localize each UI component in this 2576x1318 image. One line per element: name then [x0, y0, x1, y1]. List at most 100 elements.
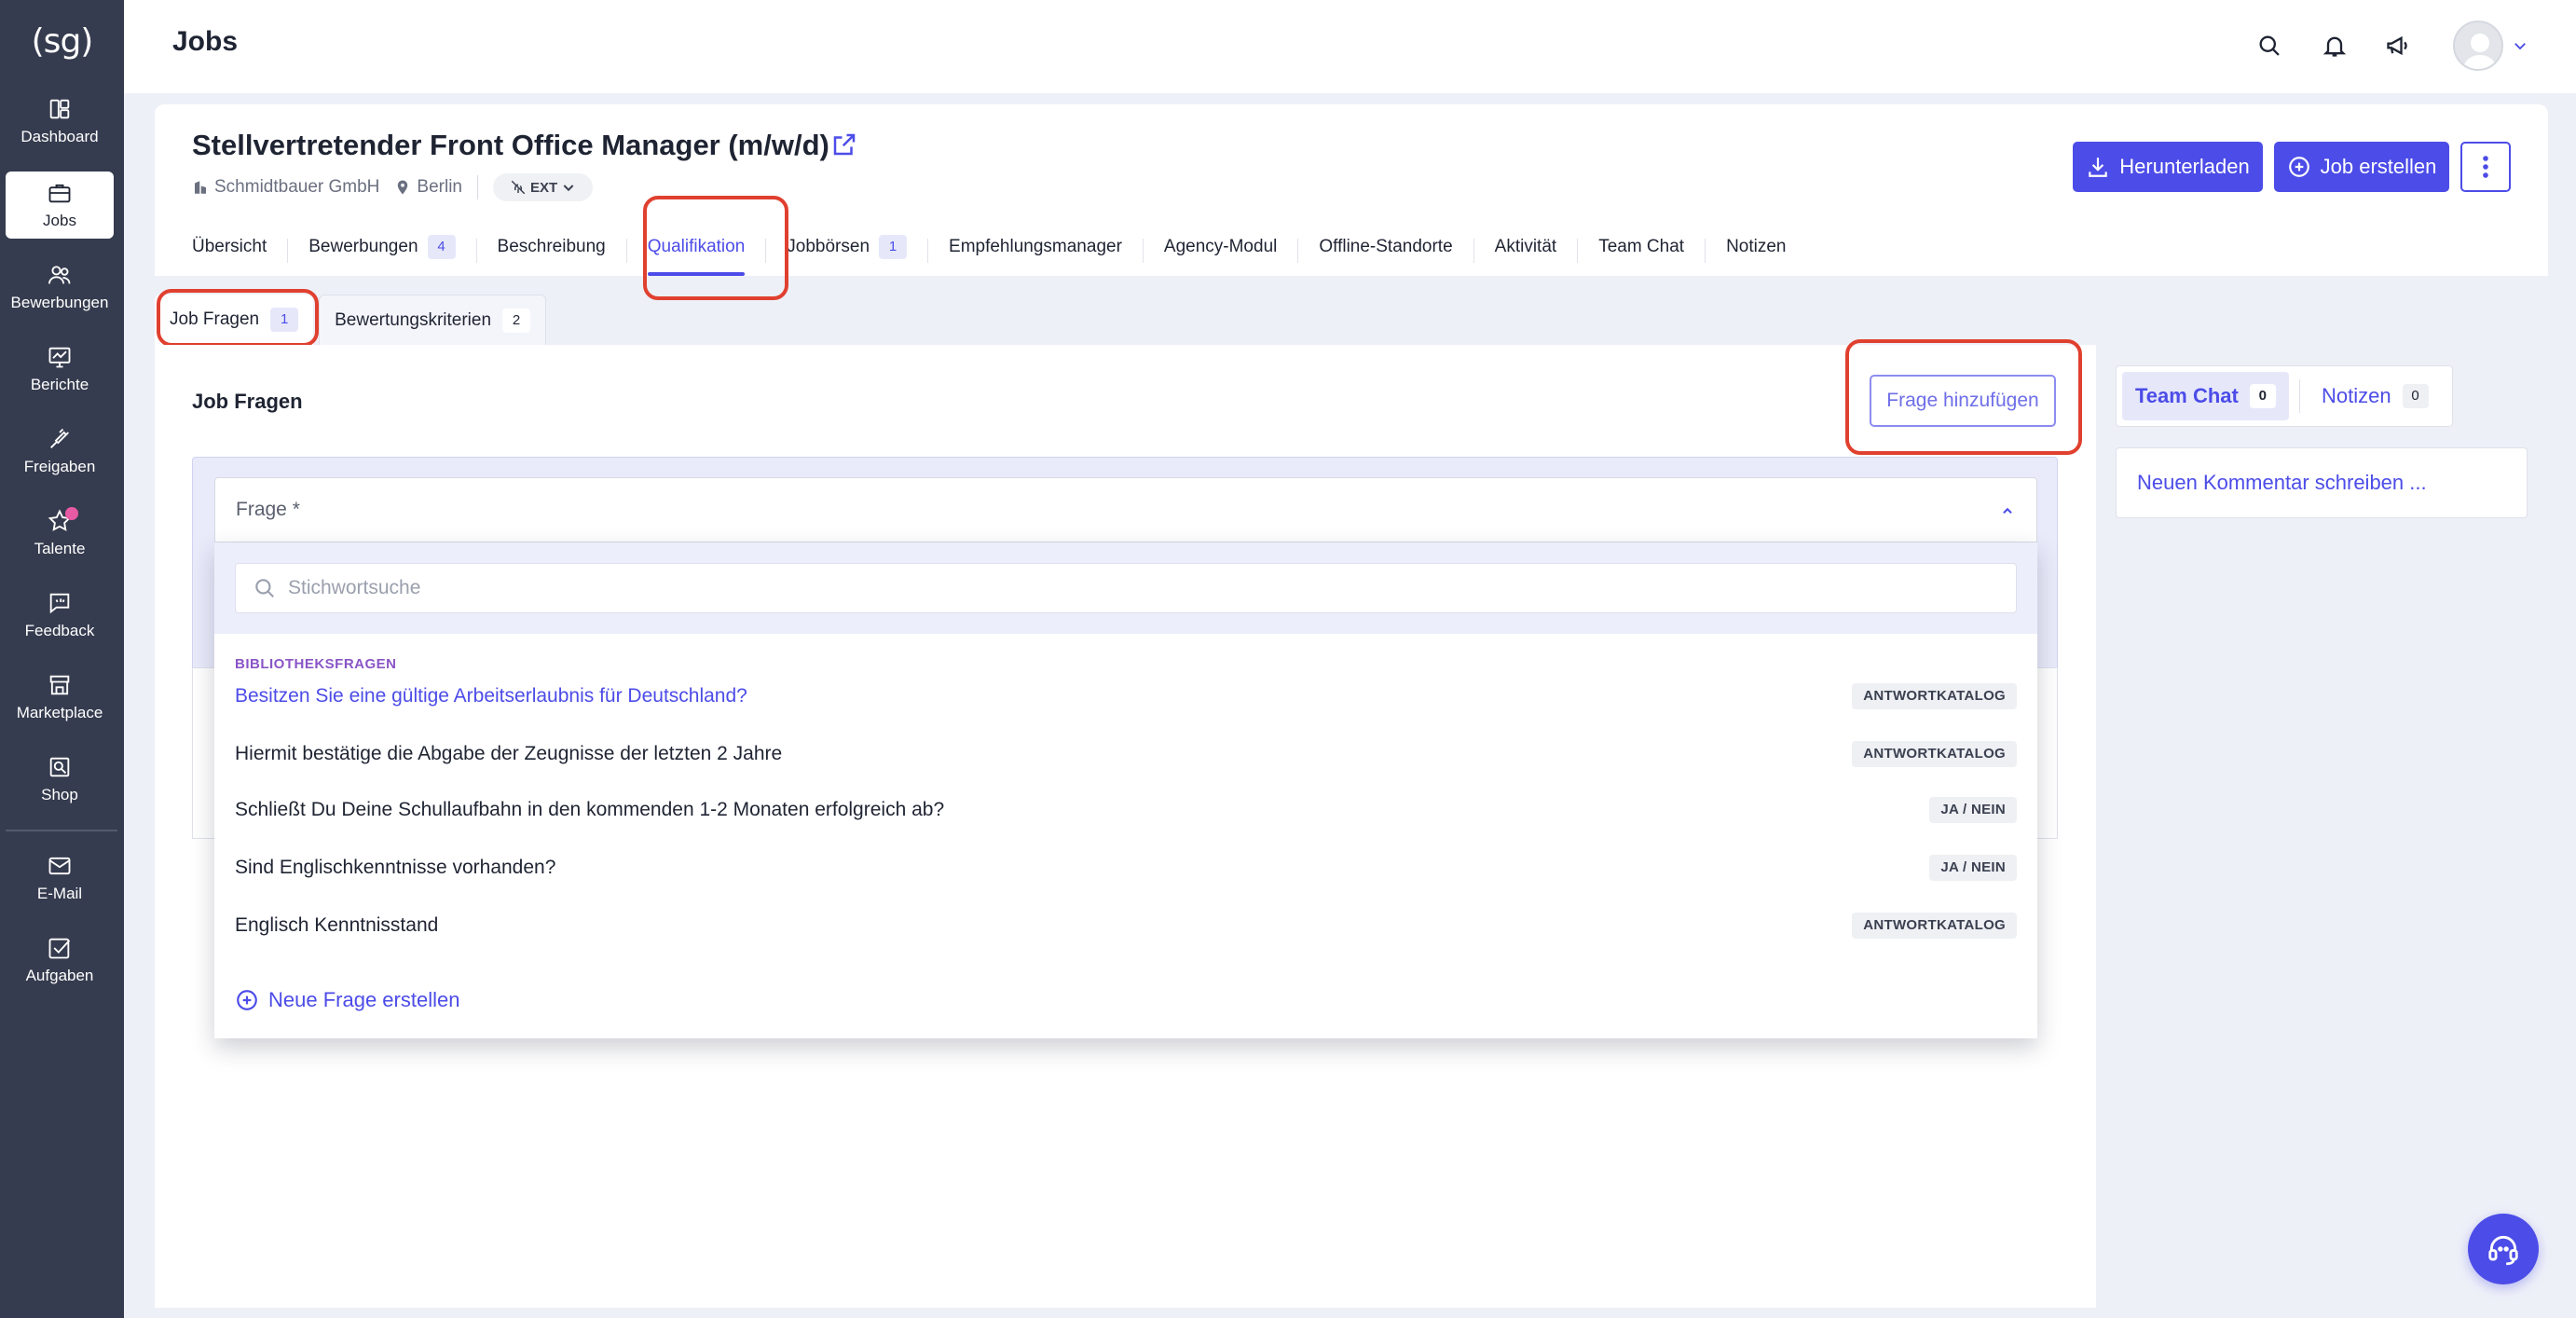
- location-pin-icon: [398, 180, 408, 195]
- tab-aktivitaet[interactable]: Aktivität: [1495, 222, 1557, 276]
- download-label: Herunterladen: [2119, 155, 2250, 178]
- side-tab-team-chat[interactable]: Team Chat 0: [2122, 372, 2289, 420]
- tab-notizen[interactable]: Notizen: [1726, 222, 1786, 276]
- store-icon: [49, 675, 70, 695]
- dashboard-icon: [49, 99, 70, 119]
- tab-count: 1: [879, 235, 908, 259]
- chevron-down-icon: [2514, 43, 2526, 50]
- building-icon: [195, 181, 206, 194]
- tasks-icon: [48, 938, 71, 959]
- chevron-down-icon: [563, 185, 574, 192]
- location-name: Berlin: [417, 177, 462, 197]
- tab-offline-standorte[interactable]: Offline-Standorte: [1319, 222, 1452, 276]
- sidebar-item-marketplace[interactable]: Marketplace: [6, 664, 114, 731]
- tab-divider: [287, 239, 289, 263]
- new-comment-field[interactable]: Neuen Kommentar schreiben ...: [2116, 447, 2528, 518]
- sidebar: (sg) Dashboard Jobs Bewerbungen Berichte…: [0, 0, 124, 1318]
- tab-uebersicht[interactable]: Übersicht: [192, 222, 267, 276]
- announcements-button[interactable]: [2378, 26, 2418, 65]
- headset-icon: [2488, 1235, 2518, 1266]
- tab-label: Notizen: [1726, 237, 1787, 256]
- create-job-label: Job erstellen: [2320, 155, 2437, 178]
- sidebar-item-freigaben[interactable]: Freigaben: [6, 418, 114, 485]
- sidebar-item-berichte[interactable]: Berichte: [6, 336, 114, 403]
- chart-icon: [48, 347, 71, 368]
- support-chat-button[interactable]: [2468, 1214, 2539, 1284]
- download-button[interactable]: Herunterladen: [2073, 142, 2263, 192]
- tab-beschreibung[interactable]: Beschreibung: [498, 222, 606, 276]
- question-dropdown: BIBLIOTHEKSFRAGEN Besitzen Sie eine gült…: [214, 542, 2037, 1038]
- more-vertical-icon: [2483, 156, 2488, 178]
- thumbs-up-icon: [50, 428, 69, 448]
- side-tab-divider: [2299, 379, 2300, 413]
- question-type-badge: JA / NEIN: [1929, 797, 2017, 823]
- visibility-dropdown[interactable]: EXT: [492, 173, 594, 201]
- job-meta: Schmidtbauer GmbH Berlin EXT: [192, 173, 594, 201]
- create-new-question-button[interactable]: Neue Frage erstellen: [235, 988, 459, 1012]
- shop-icon: [49, 757, 70, 777]
- subtab-bewertungskriterien[interactable]: Bewertungskriterien 2: [319, 295, 547, 345]
- visibility-label: EXT: [529, 179, 558, 196]
- sidebar-divider: [6, 830, 117, 831]
- side-tab-label: Notizen: [2322, 384, 2391, 407]
- sidebar-item-label: Bewerbungen: [10, 294, 109, 311]
- users-icon: [48, 266, 71, 284]
- list-item[interactable]: Besitzen Sie eine gültige Arbeitserlaubn…: [214, 667, 2037, 725]
- question-type-badge: ANTWORTKATALOG: [1852, 741, 2017, 767]
- tab-empfehlungsmanager[interactable]: Empfehlungsmanager: [949, 222, 1122, 276]
- logo[interactable]: (sg): [0, 13, 124, 69]
- job-title: Stellvertretender Front Office Manager (…: [192, 129, 829, 161]
- question-type-badge: JA / NEIN: [1929, 855, 2017, 881]
- tab-label: Qualifikation: [647, 237, 746, 256]
- tab-divider: [1142, 239, 1144, 263]
- account-menu-toggle[interactable]: [2509, 26, 2531, 65]
- more-actions-button[interactable]: [2460, 142, 2511, 192]
- sidebar-item-aufgaben[interactable]: Aufgaben: [6, 927, 114, 994]
- company-info: Schmidtbauer GmbH: [192, 177, 379, 198]
- plus-circle-icon: [237, 990, 257, 1010]
- tab-label: Empfehlungsmanager: [949, 237, 1122, 256]
- list-item[interactable]: Sind Englischkenntnisse vorhanden? JA / …: [214, 839, 2037, 897]
- sidebar-item-feedback[interactable]: Feedback: [6, 582, 114, 649]
- sidebar-item-label: Feedback: [24, 622, 95, 639]
- company-name: Schmidtbauer GmbH: [214, 177, 380, 197]
- open-job-link[interactable]: [830, 130, 858, 158]
- tab-agency-modul[interactable]: Agency-Modul: [1164, 222, 1277, 276]
- location-info: Berlin: [394, 177, 462, 198]
- plus-circle-icon: [2288, 157, 2309, 177]
- external-link-icon: [833, 133, 856, 156]
- sidebar-item-jobs[interactable]: Jobs: [6, 172, 114, 239]
- search-button[interactable]: [2250, 26, 2289, 65]
- tab-divider: [625, 239, 627, 263]
- list-item[interactable]: Englisch Kenntnisstand ANTWORTKATALOG: [214, 897, 2037, 954]
- question-text: Englisch Kenntnisstand: [235, 914, 439, 936]
- tab-bewerbungen[interactable]: Bewerbungen 4: [308, 222, 456, 276]
- keyword-search-input[interactable]: [288, 577, 1966, 599]
- sidebar-item-label: E-Mail: [36, 885, 83, 902]
- list-item[interactable]: Schließt Du Deine Schullaufbahn in den k…: [214, 781, 2037, 839]
- keyword-search[interactable]: [235, 563, 2017, 613]
- section-title: Job Fragen: [192, 390, 303, 413]
- side-tab-count: 0: [2402, 384, 2429, 408]
- notifications-button[interactable]: [2315, 26, 2354, 65]
- sidebar-item-label: Aufgaben: [25, 967, 94, 984]
- sidebar-item-label: Freigaben: [23, 458, 96, 475]
- megaphone-icon: [2387, 35, 2407, 56]
- subtab-job-fragen[interactable]: Job Fragen 1: [155, 295, 314, 345]
- tab-qualifikation[interactable]: Qualifikation: [647, 222, 746, 276]
- sidebar-item-talente[interactable]: Talente: [6, 500, 114, 567]
- avatar[interactable]: [2453, 21, 2503, 71]
- create-job-button[interactable]: Job erstellen: [2274, 142, 2449, 192]
- list-item[interactable]: Hiermit bestätige die Abgabe der Zeugnis…: [214, 725, 2037, 783]
- sidebar-item-bewerbungen[interactable]: Bewerbungen: [6, 254, 114, 321]
- tab-team-chat[interactable]: Team Chat: [1598, 222, 1684, 276]
- sidebar-item-email[interactable]: E-Mail: [6, 844, 114, 912]
- side-tab-notizen[interactable]: Notizen 0: [2309, 372, 2442, 420]
- tab-jobboersen[interactable]: Jobbörsen 1: [787, 222, 908, 276]
- sidebar-item-dashboard[interactable]: Dashboard: [6, 88, 114, 155]
- tab-divider: [1705, 239, 1706, 263]
- add-question-button[interactable]: Frage hinzufügen: [1870, 375, 2056, 427]
- question-select[interactable]: Frage *: [214, 477, 2037, 542]
- sidebar-item-shop[interactable]: Shop: [6, 746, 114, 813]
- side-tab-count: 0: [2249, 384, 2276, 408]
